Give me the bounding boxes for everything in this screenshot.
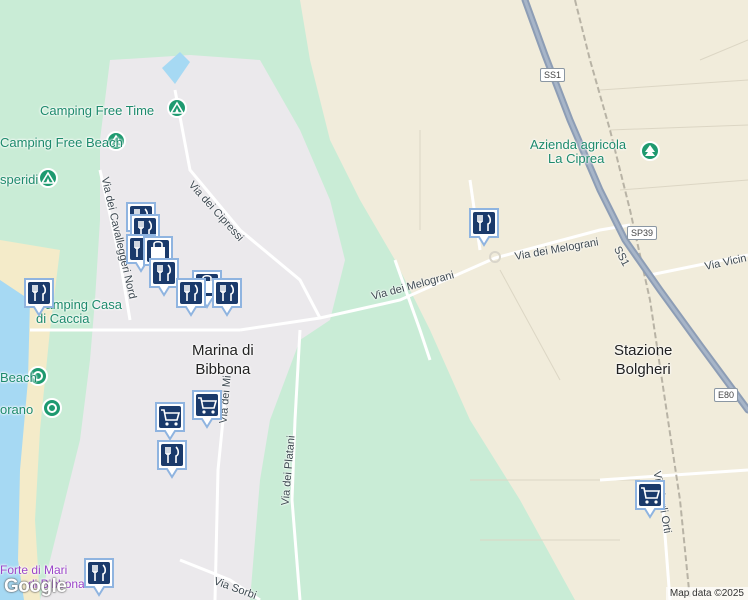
- camping-free-time-label: Camping Free Time: [40, 103, 155, 118]
- map-attribution[interactable]: Map data ©2025: [665, 587, 748, 600]
- town-stazione-bolgheri: Stazione Bolgheri: [614, 341, 672, 379]
- town-name-line1: Marina di: [192, 342, 254, 359]
- google-logo[interactable]: Google: [4, 576, 67, 598]
- restaurant-pin-icon[interactable]: [155, 438, 189, 480]
- road-shield: E80: [714, 388, 739, 402]
- camping-icon[interactable]: [38, 168, 58, 188]
- restaurant-pin-icon[interactable]: [82, 556, 116, 598]
- restaurant-pin-icon[interactable]: [467, 206, 501, 248]
- map-view[interactable]: Camping Free Time Camping Free Beach spe…: [0, 0, 748, 600]
- road-shield: SS1: [540, 68, 566, 82]
- restaurant-pin-icon[interactable]: [22, 276, 56, 318]
- esperidi-label: speridi: [0, 172, 39, 187]
- town-name-line1: Stazione: [614, 342, 673, 359]
- camping-icon[interactable]: [167, 98, 187, 118]
- grocery-cart-pin-icon[interactable]: [190, 388, 224, 430]
- grocery-cart-pin-icon[interactable]: [633, 478, 667, 520]
- road-shield: SP39: [627, 226, 658, 240]
- azienda-label-2: La Ciprea: [548, 151, 605, 166]
- restaurant-pin-icon[interactable]: [174, 276, 208, 318]
- restaurant-pin-icon[interactable]: [210, 276, 244, 318]
- azienda-label-1: Azienda agricola: [530, 137, 627, 152]
- park-icon[interactable]: [42, 398, 62, 418]
- town-marina-di-bibbona: Marina di Bibbona: [192, 341, 254, 379]
- morano-label: orano: [0, 402, 34, 417]
- farm-tree-icon[interactable]: [640, 141, 660, 161]
- grocery-cart-pin-icon[interactable]: [153, 400, 187, 442]
- camping-free-beach-label: Camping Free Beach: [0, 135, 123, 150]
- beach-label: Beach: [0, 370, 37, 385]
- town-name-line2: Bolgheri: [615, 361, 671, 378]
- forte-label-1: Forte di Mari: [0, 563, 68, 577]
